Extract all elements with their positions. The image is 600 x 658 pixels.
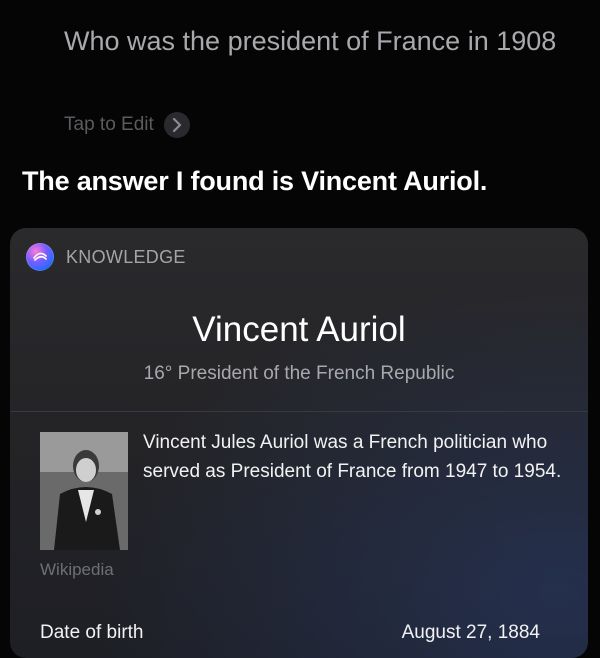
tap-to-edit-label: Tap to Edit bbox=[64, 114, 154, 135]
divider bbox=[10, 411, 588, 412]
portrait-image[interactable] bbox=[40, 432, 128, 550]
siri-answer: The answer I found is Vincent Auriol. bbox=[22, 166, 488, 196]
knowledge-card[interactable]: KNOWLEDGE Vincent Auriol 16° President o… bbox=[10, 228, 588, 658]
entity-title: Vincent Auriol bbox=[192, 310, 406, 349]
fact-value-date-of-birth: August 27, 1884 bbox=[401, 622, 540, 643]
chevron-right-icon bbox=[163, 112, 190, 138]
siri-icon bbox=[26, 243, 54, 271]
spoken-query: Who was the president of France in 1908 bbox=[64, 26, 557, 56]
entity-subtitle: 16° President of the French Republic bbox=[143, 363, 455, 384]
entity-summary: Vincent Jules Auriol was a French politi… bbox=[143, 432, 562, 482]
card-source-label: KNOWLEDGE bbox=[66, 246, 186, 267]
fact-label-date-of-birth: Date of birth bbox=[40, 622, 144, 643]
tap-to-edit-button[interactable]: Tap to Edit bbox=[64, 112, 190, 138]
card-header: KNOWLEDGE bbox=[26, 242, 186, 272]
wikipedia-link[interactable]: Wikipedia bbox=[40, 560, 114, 580]
